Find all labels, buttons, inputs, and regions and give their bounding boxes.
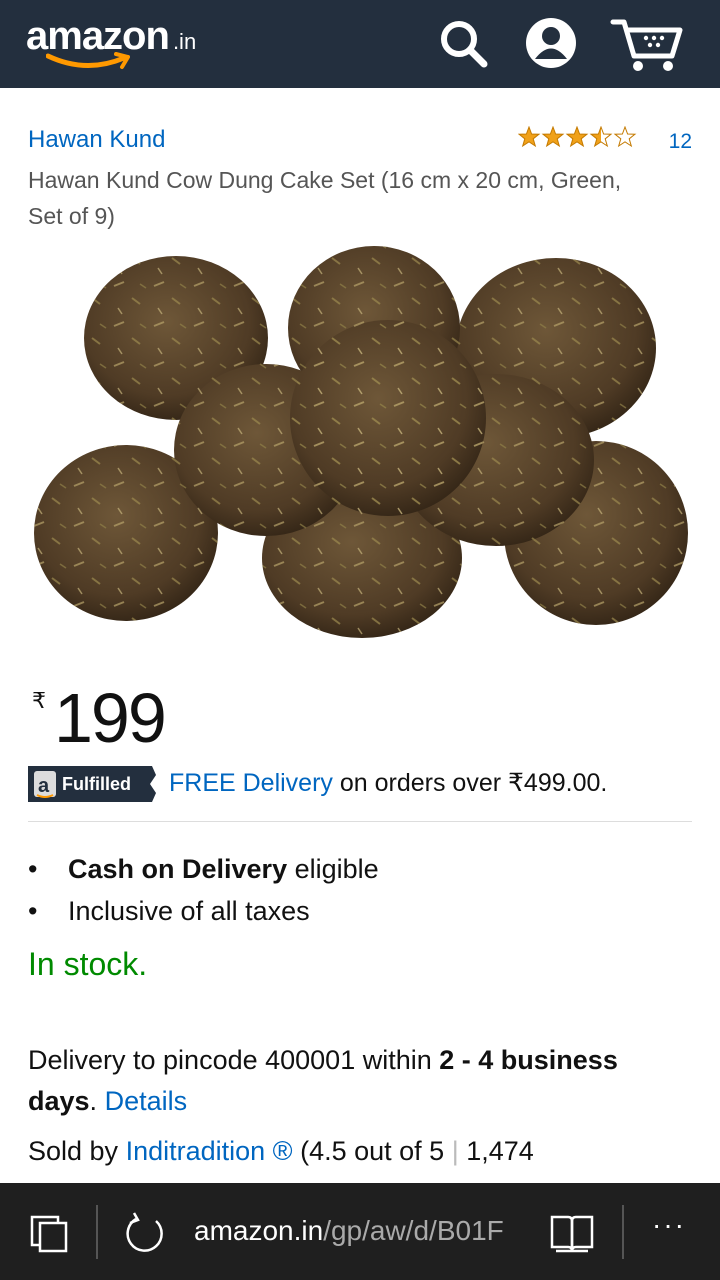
browser-bottom-bar: amazon.in/gp/aw/d/B01F ···	[0, 1183, 720, 1280]
toolbar-separator	[96, 1205, 98, 1259]
toolbar-separator	[622, 1205, 624, 1259]
fulfilled-badge-icon: a Fulfilled	[28, 766, 162, 802]
free-delivery-line: FREE Delivery on orders over ₹499.00.	[169, 768, 607, 798]
divider	[28, 821, 692, 822]
rating-count[interactable]: 12	[669, 130, 692, 154]
cow-dung-cakes-image[interactable]	[30, 238, 690, 638]
price-amount: 199	[54, 679, 167, 757]
logo-tld: .in	[172, 29, 197, 54]
seller-rating: (4.5 out of 5	[300, 1136, 445, 1166]
amazon-smile-icon	[46, 52, 130, 69]
sold-by-prefix: Sold by	[28, 1136, 119, 1166]
bullet-item: • Cash on Delivery eligible	[28, 848, 379, 890]
delivery-dot: .	[89, 1086, 98, 1116]
app-header: amazon .in	[0, 0, 720, 88]
currency-symbol: ₹	[32, 688, 46, 713]
badge-a: a	[38, 775, 50, 797]
bullet-bold: Cash on Delivery	[68, 854, 288, 884]
bullet-dot: •	[28, 896, 38, 926]
refresh-icon[interactable]	[122, 1211, 168, 1257]
free-delivery-rest: on orders over ₹499.00.	[339, 769, 608, 797]
seller-rating-count: 1,474	[466, 1136, 534, 1166]
reading-view-icon[interactable]	[548, 1211, 596, 1255]
account-icon[interactable]	[524, 16, 578, 70]
cart-icon[interactable]	[610, 16, 686, 74]
star-rating-icon[interactable]	[518, 126, 638, 150]
bullet-text: Inclusive of all taxes	[68, 896, 310, 926]
badge-fulfilled-label: Fulfilled	[62, 774, 131, 794]
url-path: /gp/aw/d/B01F	[323, 1215, 504, 1246]
stock-status: In stock.	[28, 946, 148, 982]
bullet-dot: •	[28, 854, 38, 884]
more-icon[interactable]: ···	[652, 1209, 686, 1241]
delivery-prefix: Delivery to pincode 400001 within	[28, 1045, 432, 1075]
search-icon[interactable]	[438, 16, 490, 70]
free-delivery-link[interactable]: FREE Delivery	[169, 769, 333, 797]
bullet-text: eligible	[294, 854, 379, 884]
delivery-info: Delivery to pincode 400001 within 2 - 4 …	[28, 1040, 692, 1122]
brand-link[interactable]: Hawan Kund	[28, 126, 165, 154]
separator: |	[451, 1136, 459, 1166]
address-bar[interactable]: amazon.in/gp/aw/d/B01F	[194, 1215, 526, 1247]
tabs-icon[interactable]	[28, 1213, 70, 1253]
url-host: amazon.in	[194, 1215, 324, 1246]
seller-link[interactable]: Inditradition ®	[126, 1136, 293, 1166]
product-title: Hawan Kund Cow Dung Cake Set (16 cm x 20…	[28, 167, 622, 229]
bullet-item: • Inclusive of all taxes	[28, 890, 379, 932]
sold-by: Sold by Inditradition ® (4.5 out of 5 | …	[28, 1131, 692, 1172]
feature-bullets: • Cash on Delivery eligible • Inclusive of…	[28, 848, 379, 932]
details-link[interactable]: Details	[105, 1086, 188, 1116]
